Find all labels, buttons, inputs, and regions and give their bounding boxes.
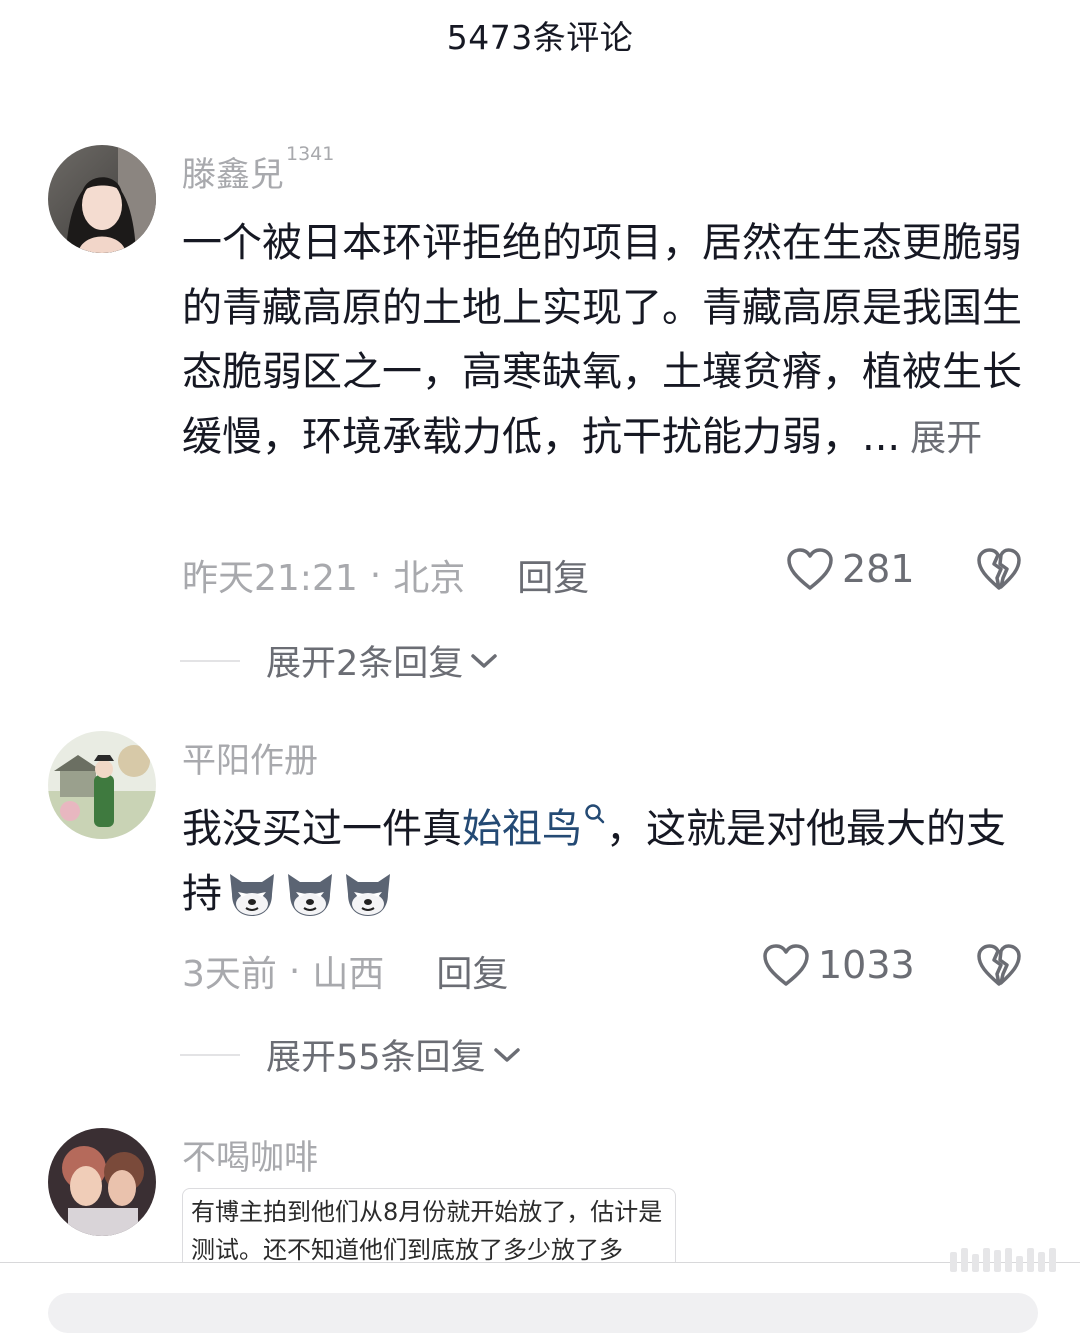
dislike-button[interactable] [976,943,1022,991]
wolf-emoji-icon [346,873,390,916]
dislike-button[interactable] [976,547,1022,595]
comment-location: 山西 [312,954,385,995]
watermark-barcode [950,1248,1056,1272]
like-count: 281 [842,547,915,591]
wolf-emoji-icon [288,873,332,916]
avatar[interactable] [48,145,156,253]
comment-input-field[interactable] [48,1293,1038,1333]
like-button[interactable]: 281 [786,547,915,591]
comment-text: 我没买过一件真始祖鸟 ，这就是对他最大的支持 [182,797,1032,926]
search-icon [585,804,605,824]
avatar[interactable] [48,731,156,839]
wolf-emoji-icon [230,873,274,916]
broken-heart-icon [977,944,1021,986]
chevron-down-icon [471,653,498,668]
separator-dot: · [369,554,382,596]
topic-search-link[interactable]: 始祖鸟 [462,804,606,852]
divider-line [180,1053,240,1056]
chevron-down-icon [493,1047,520,1062]
comment-meta: 昨天21:21 · 北京 回复 [182,549,589,601]
user-badge-number: 1341 [286,143,335,165]
reply-button[interactable]: 回复 [436,945,508,997]
expand-replies-label: 展开2条回复 [266,644,464,684]
heart-outline-icon [787,548,833,590]
comment-username[interactable]: 滕鑫兒1341 [182,143,334,196]
bottom-bar [0,1262,1080,1333]
comment-location: 北京 [393,558,466,599]
comment-time: 昨天21:21 [182,558,358,599]
expand-replies-label: 展开55条回复 [266,1038,486,1078]
quoted-reply-text: 有博主拍到他们从8月份就开始放了，估计是测试。还不知道他们到底放了多少放了多 [191,1198,663,1264]
comment-meta: 3天前 · 山西 回复 [182,945,508,997]
divider-line [180,659,240,662]
comments-count-title: 5473条评论 [446,18,634,57]
comment-text: 一个被日本环评拒绝的项目，居然在生态更脆弱的青藏高原的土地上实现了。青藏高原是我… [182,220,1022,460]
reply-button[interactable]: 回复 [517,549,589,601]
like-button[interactable]: 1033 [762,943,915,987]
like-count: 1033 [818,943,915,987]
comment-username[interactable]: 不喝咖啡 [182,1130,318,1179]
comments-header: 5473条评论 [0,0,1080,70]
separator-dot: · [288,950,301,992]
heart-outline-icon [763,944,809,986]
expand-text-link[interactable]: 展开 [910,418,982,459]
emoji-group [224,864,396,920]
comment-time: 3天前 [182,954,277,995]
comment-username[interactable]: 平阳作册 [182,733,318,782]
avatar[interactable] [48,1128,156,1236]
broken-heart-icon [977,548,1021,590]
expand-replies-button[interactable]: 展开2条回复 [180,635,499,686]
expand-replies-button[interactable]: 展开55条回复 [180,1029,522,1080]
